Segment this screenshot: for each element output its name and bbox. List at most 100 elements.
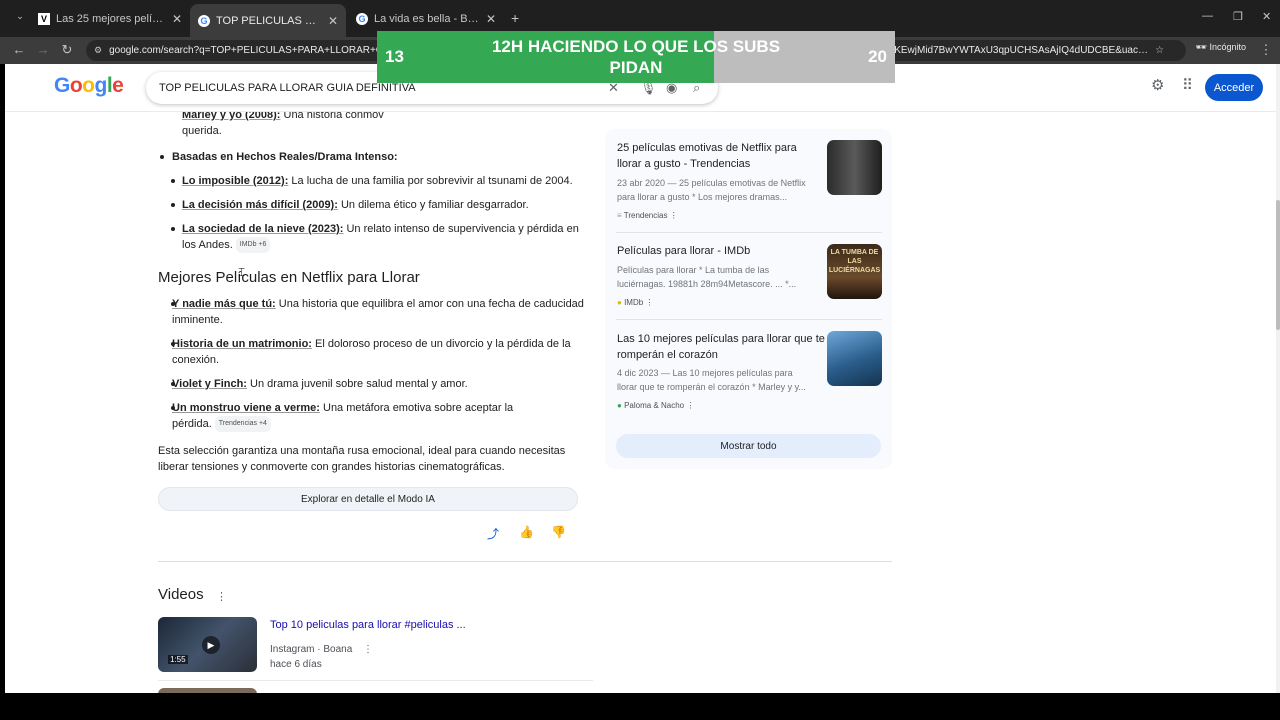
incognito-indicator[interactable]: 🕶 Incógnito bbox=[1196, 42, 1246, 53]
site-info-icon[interactable]: ⚙ bbox=[94, 45, 102, 56]
source-snippet: 23 abr 2020 — 25 películas emotivas de N… bbox=[617, 176, 806, 204]
banner-title: 12H HACIENDO LO QUE LOS SUBS PIDAN bbox=[491, 37, 781, 77]
item-text: Un relato intenso de supervivencia y pér… bbox=[343, 223, 579, 235]
tab-3[interactable]: G La vida es bella - Buscar con Go ✕ bbox=[348, 6, 504, 32]
minimize-icon[interactable]: — bbox=[1202, 10, 1213, 22]
video-source: Instagram · Boana ⋮ bbox=[270, 642, 373, 658]
google-logo[interactable]: Google bbox=[54, 74, 124, 98]
snippet-line: llorar que te romperán el corazón * Marl… bbox=[617, 382, 806, 392]
source-site[interactable]: ● Paloma & Nacho ⋮ bbox=[617, 401, 694, 410]
search-results-page: Google TOP PELICULAS PARA LLORAR GUIA DE… bbox=[5, 64, 1276, 693]
thumbs-down-icon[interactable]: 👎 bbox=[551, 525, 566, 539]
video-duration: 1:55 bbox=[168, 655, 188, 664]
tab-search-icon[interactable]: ⌄ bbox=[8, 11, 32, 22]
source-title-line: Las 10 mejores películas para llorar que… bbox=[617, 333, 825, 345]
video-title-link[interactable]: Top 10 peliculas para llorar #peliculas … bbox=[270, 617, 466, 633]
tab-1[interactable]: V Las 25 mejores películas basad ✕ bbox=[30, 6, 190, 32]
videos-heading: Videos bbox=[158, 586, 204, 603]
divider bbox=[616, 232, 882, 233]
item-continuation: pérdida. Trendencias +4 bbox=[172, 416, 271, 433]
signin-button[interactable]: Acceder bbox=[1205, 74, 1263, 101]
scrollbar-thumb[interactable] bbox=[1276, 200, 1280, 330]
source-chip-imdb[interactable]: IMDb +6 bbox=[235, 237, 271, 254]
section-heading: Mejores Películas en Netflix para Llorar bbox=[158, 269, 420, 286]
mouse-cursor-icon: ⌶ bbox=[238, 265, 246, 279]
play-icon[interactable]: ▶ bbox=[202, 636, 220, 654]
bullet bbox=[171, 179, 175, 183]
site-name: IMDb bbox=[624, 298, 644, 307]
source-site[interactable]: ● IMDb ⋮ bbox=[617, 298, 653, 307]
back-icon[interactable]: ← bbox=[7, 42, 31, 57]
bullet bbox=[171, 227, 175, 231]
restore-icon[interactable]: ❐ bbox=[1233, 10, 1243, 23]
scrollbar-track[interactable] bbox=[1276, 64, 1280, 693]
site-icon: ● bbox=[617, 401, 622, 410]
source-thumbnail[interactable]: LA TUMBA DE LAS LUCIÉRNAGAS bbox=[827, 244, 882, 299]
movie-link[interactable]: La decisión más difícil (2009): bbox=[182, 199, 338, 211]
more-options-icon[interactable]: ⋮ bbox=[670, 211, 678, 220]
forward-icon[interactable]: → bbox=[31, 42, 55, 57]
continuation-text: pérdida. bbox=[172, 418, 212, 430]
snippet-line: Películas para llorar * La tumba de las bbox=[617, 265, 770, 275]
source-thumbnail[interactable] bbox=[827, 331, 882, 386]
bullet bbox=[171, 203, 175, 207]
movie-link[interactable]: Historia de un matrimonio: bbox=[172, 338, 312, 350]
source-title[interactable]: Las 10 mejores películas para llorar que… bbox=[617, 331, 825, 363]
list-item: Y nadie más que tú: Una historia que equ… bbox=[172, 296, 584, 312]
share-icon[interactable]: ⤴ bbox=[487, 525, 499, 542]
list-item: Lo imposible (2012): La lucha de una fam… bbox=[182, 173, 573, 189]
new-tab-icon[interactable]: + bbox=[511, 10, 519, 26]
window-close-icon[interactable]: ✕ bbox=[1262, 10, 1271, 23]
source-title-line: llorar a gusto - Trendencias bbox=[617, 158, 751, 170]
tab-2-active[interactable]: G TOP PELICULAS PARA LLORAR ✕ bbox=[190, 4, 346, 37]
source-chip-trendencias[interactable]: Trendencias +4 bbox=[214, 416, 271, 433]
item-text: La lucha de una familia por sobrevivir a… bbox=[288, 175, 573, 187]
google-favicon: G bbox=[356, 13, 368, 25]
close-icon[interactable]: ✕ bbox=[486, 12, 496, 26]
source-title-line: 25 películas emotivas de Netflix para bbox=[617, 142, 797, 154]
source-title-line: romperán el corazón bbox=[617, 349, 718, 361]
incognito-icon: 🕶 bbox=[1195, 42, 1207, 52]
snippet-line: 23 abr 2020 — 25 películas emotivas de N… bbox=[617, 178, 806, 188]
menu-kebab-icon[interactable]: ⋮ bbox=[1254, 42, 1278, 58]
video-source-text: Instagram · Boana bbox=[270, 644, 353, 655]
show-all-button[interactable]: Mostrar todo bbox=[616, 434, 881, 458]
settings-gear-icon[interactable]: ⚙ bbox=[1151, 76, 1164, 94]
divider bbox=[616, 319, 882, 320]
reload-icon[interactable]: ↻ bbox=[55, 42, 79, 58]
source-title[interactable]: 25 películas emotivas de Netflix para llo… bbox=[617, 140, 797, 172]
explore-ai-mode-button[interactable]: Explorar en detalle el Modo IA bbox=[158, 487, 578, 511]
search-query: TOP PELICULAS PARA LLORAR GUIA DEFINITIV… bbox=[159, 82, 416, 94]
more-options-icon[interactable]: ⋮ bbox=[645, 298, 653, 307]
list-item: La sociedad de la nieve (2023): Un relat… bbox=[182, 221, 579, 237]
close-icon[interactable]: ✕ bbox=[328, 14, 338, 28]
more-options-icon[interactable]: ⋮ bbox=[363, 644, 373, 655]
more-options-icon[interactable]: ⋮ bbox=[216, 590, 227, 603]
bookmark-star-icon[interactable]: ☆ bbox=[1155, 45, 1164, 56]
item-text: Un drama juvenil sobre salud mental y am… bbox=[246, 378, 468, 390]
divider bbox=[158, 680, 593, 681]
more-options-icon[interactable]: ⋮ bbox=[686, 401, 694, 410]
movie-link[interactable]: Y nadie más que tú: bbox=[172, 298, 276, 310]
site-icon: ≡ bbox=[617, 211, 622, 220]
movie-link[interactable]: Lo imposible (2012): bbox=[182, 175, 288, 187]
movie-link[interactable]: Un monstruo viene a verme: bbox=[172, 402, 320, 414]
source-snippet: 4 dic 2023 — Las 10 mejores películas pa… bbox=[617, 366, 806, 394]
movie-link[interactable]: Violet y Finch: bbox=[172, 378, 247, 390]
list-item: La decisión más difícil (2009): Un dilem… bbox=[182, 197, 529, 213]
section-label: Basadas en Hechos Reales/Drama Intenso: bbox=[172, 151, 398, 163]
google-favicon: G bbox=[198, 14, 210, 27]
tab-title: TOP PELICULAS PARA LLORAR bbox=[216, 14, 322, 27]
movie-link[interactable]: La sociedad de la nieve (2023): bbox=[182, 223, 343, 235]
snippet-line: luciérnagas. 19881h 28m94Metascore. ... … bbox=[617, 279, 797, 289]
summary-line: Esta selección garantiza una montaña rus… bbox=[158, 445, 566, 457]
close-icon[interactable]: ✕ bbox=[172, 12, 182, 26]
browser-window: ⌄ V Las 25 mejores películas basad ✕ G T… bbox=[0, 0, 1280, 720]
thumbs-up-icon[interactable]: 👍 bbox=[519, 525, 534, 539]
apps-grid-icon[interactable]: ⠿ bbox=[1182, 76, 1193, 94]
list-item: Violet y Finch: Un drama juvenil sobre s… bbox=[172, 376, 468, 392]
source-thumbnail[interactable] bbox=[827, 140, 882, 195]
banner-left-count: 13 bbox=[385, 47, 404, 66]
source-site[interactable]: ≡ Trendencias ⋮ bbox=[617, 211, 678, 220]
source-title[interactable]: Películas para llorar - IMDb bbox=[617, 243, 750, 259]
